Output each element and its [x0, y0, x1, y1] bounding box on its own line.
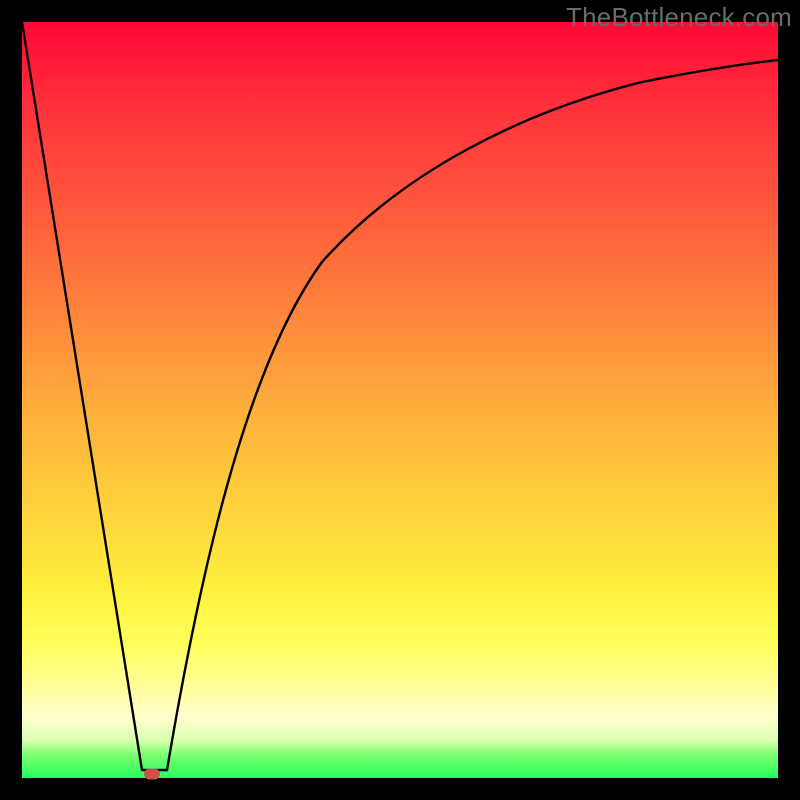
curve-path: [22, 22, 778, 770]
plot-frame: [22, 22, 778, 778]
chart-curve: [22, 22, 778, 778]
watermark-text: TheBottleneck.com: [566, 2, 792, 33]
min-point-marker: [144, 769, 160, 780]
